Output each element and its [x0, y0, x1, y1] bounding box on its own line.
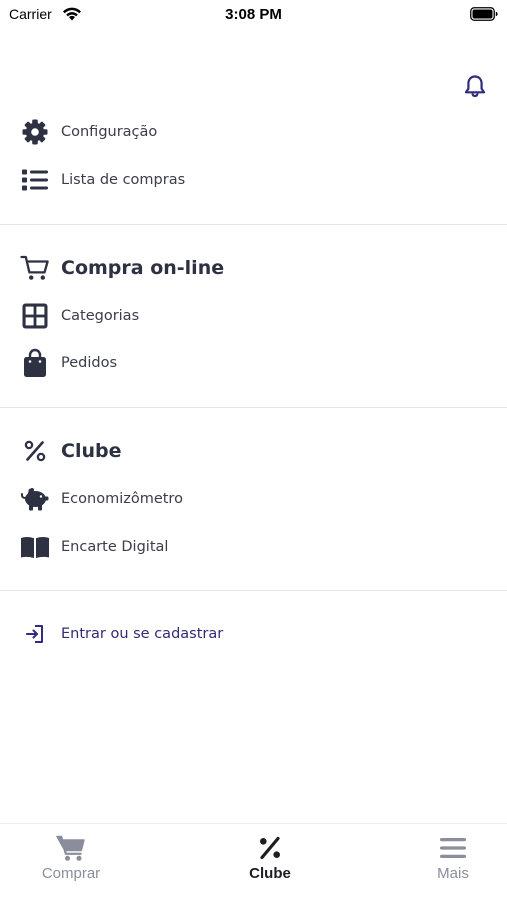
menu-item-configuracao[interactable]: Configuração: [20, 117, 157, 147]
section-header-compra-online: Compra on-line: [20, 253, 224, 283]
menu-item-lista-de-compras[interactable]: Lista de compras: [20, 165, 185, 195]
cart-icon: [56, 834, 86, 862]
section-header-clube: Clube: [20, 436, 121, 466]
tab-label: Clube: [249, 865, 291, 882]
section-divider: [0, 590, 507, 591]
tab-label: Mais: [437, 865, 469, 882]
grid-icon: [20, 301, 50, 331]
list-icon: [20, 165, 50, 195]
section-divider: [0, 407, 507, 408]
section-title: Clube: [61, 440, 122, 462]
battery-icon: [470, 6, 498, 25]
sign-in-icon: [20, 619, 50, 649]
tab-mais[interactable]: Mais: [383, 824, 507, 894]
cart-outline-icon: [20, 253, 50, 283]
tab-clube[interactable]: Clube: [200, 824, 340, 894]
shopping-bag-icon: [20, 348, 50, 378]
menu-item-label: Encarte Digital: [61, 539, 169, 555]
menu-item-label: Pedidos: [61, 355, 118, 371]
gear-icon: [20, 117, 50, 147]
login-link[interactable]: Entrar ou se cadastrar: [20, 619, 223, 649]
menu-item-label: Categorias: [61, 308, 140, 324]
menu-item-economizometro[interactable]: Economizômetro: [20, 484, 183, 514]
notifications-bell-icon[interactable]: [462, 73, 488, 99]
hamburger-icon: [439, 834, 467, 862]
menu-item-label: Lista de compras: [61, 172, 186, 188]
percent-icon: [20, 436, 50, 466]
menu-item-pedidos[interactable]: Pedidos: [20, 348, 117, 378]
menu-item-label: Configuração: [61, 124, 158, 140]
menu-item-categorias[interactable]: Categorias: [20, 301, 139, 331]
login-label: Entrar ou se cadastrar: [61, 626, 224, 642]
section-title: Compra on-line: [61, 257, 225, 279]
section-divider: [0, 224, 507, 225]
piggy-bank-icon: [20, 484, 50, 514]
clock: 3:08 PM: [225, 6, 282, 23]
tab-comprar[interactable]: Comprar: [1, 824, 141, 894]
menu-item-encarte-digital[interactable]: Encarte Digital: [20, 532, 168, 562]
menu-item-label: Economizômetro: [61, 491, 183, 507]
tab-label: Comprar: [41, 865, 101, 882]
status-bar: Carrier 3:08 PM: [0, 0, 507, 30]
percent-icon: [257, 834, 283, 862]
open-book-icon: [20, 532, 50, 562]
tab-bar: Comprar Clube Mais: [0, 823, 507, 900]
